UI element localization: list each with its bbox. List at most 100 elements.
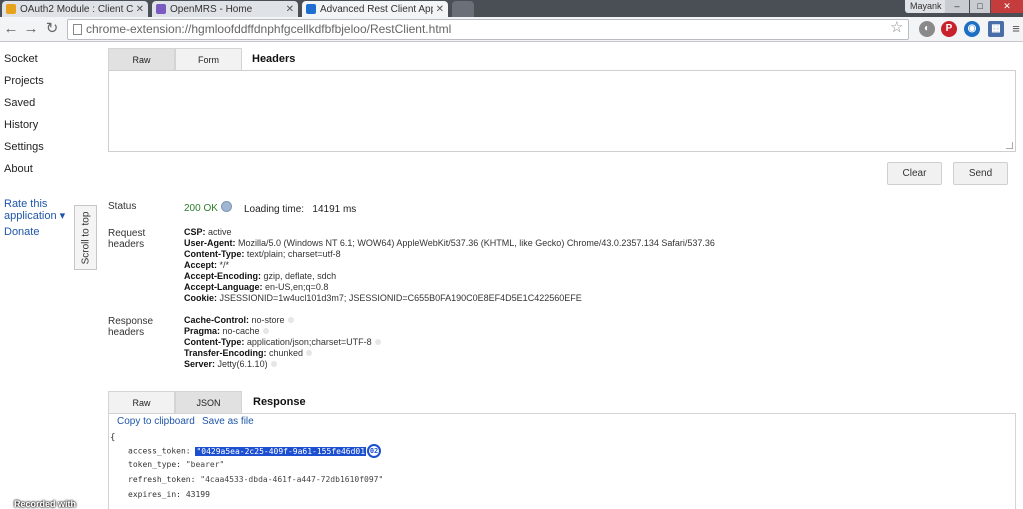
address-bar-url: chrome-extension://hgmloofddffdnphfgcell… xyxy=(86,22,452,36)
browser-tab-rest-client[interactable]: Advanced Rest Client App ✕ xyxy=(302,1,448,17)
bookmark-star-icon[interactable]: ☆ xyxy=(890,19,903,36)
request-header-row: Content-Type: text/plain; charset=utf-8 xyxy=(184,249,341,260)
send-button[interactable]: Send xyxy=(953,162,1008,185)
close-window-button[interactable]: ✕ xyxy=(991,0,1023,13)
response-header-row: Transfer-Encoding: chunked xyxy=(184,348,313,359)
donate-link[interactable]: Donate xyxy=(4,226,39,238)
sidebar-item-socket[interactable]: Socket xyxy=(4,53,38,65)
pinterest-icon[interactable]: P xyxy=(941,21,957,37)
response-tab-raw[interactable]: Raw xyxy=(108,391,175,414)
header-value: application/json;charset=UTF-8 xyxy=(246,337,372,347)
header-name: Cookie: xyxy=(184,293,218,303)
loading-time-label: Loading time: xyxy=(244,204,305,215)
browser-tab-label: OpenMRS - Home xyxy=(170,3,253,15)
save-as-file-link[interactable]: Save as file xyxy=(202,416,254,427)
json-value: 43199 xyxy=(185,490,210,499)
menu-icon[interactable]: ≡ xyxy=(1008,21,1023,37)
request-header-row: Cookie: JSESSIONID=1w4ucl101d3m7; JSESSI… xyxy=(184,293,582,304)
json-key: refresh_token: xyxy=(128,475,196,484)
header-value: text/plain; charset=utf-8 xyxy=(246,249,341,259)
browser-tab-label: OAuth2 Module : Client C xyxy=(20,3,133,15)
tab-raw[interactable]: Raw xyxy=(108,48,175,71)
json-value-selected[interactable]: "0429a5ea-2c25-409f-9a61-155fe46d01 xyxy=(195,446,367,456)
header-value: */* xyxy=(219,260,230,270)
request-header-row: Accept-Language: en-US,en;q=0.8 xyxy=(184,282,328,293)
header-info-icon[interactable] xyxy=(374,339,381,345)
header-info-icon[interactable] xyxy=(262,328,269,334)
request-header-row: User-Agent: Mozilla/5.0 (Windows NT 6.1;… xyxy=(184,238,715,249)
browser-tab-strip: OAuth2 Module : Client C ✕ OpenMRS - Hom… xyxy=(0,0,1023,17)
rate-application-link-line2[interactable]: application ▾ xyxy=(4,209,65,222)
copy-to-clipboard-link[interactable]: Copy to clipboard xyxy=(117,416,195,427)
header-info-icon[interactable] xyxy=(270,361,277,367)
json-key: access_token: xyxy=(128,446,191,456)
sidebar-item-about[interactable]: About xyxy=(4,163,33,175)
header-name: Pragma: xyxy=(184,326,221,336)
close-tab-icon[interactable]: ✕ xyxy=(136,4,144,15)
tab-form[interactable]: Form xyxy=(175,48,242,71)
sidebar-item-projects[interactable]: Projects xyxy=(4,75,44,87)
new-tab-button[interactable] xyxy=(452,1,474,17)
sidebar-item-history[interactable]: History xyxy=(4,119,38,131)
close-tab-icon[interactable]: ✕ xyxy=(436,4,444,15)
request-header-row: Accept-Encoding: gzip, deflate, sdch xyxy=(184,271,336,282)
recorded-with-watermark: Recorded with xyxy=(14,499,77,509)
response-headers-label-line2: headers xyxy=(108,327,145,338)
globe-icon[interactable]: ◉ xyxy=(964,21,980,37)
response-header-row: Content-Type: application/json;charset=U… xyxy=(184,337,381,348)
json-field-expires-in: expires_in: 43199 xyxy=(128,490,210,500)
json-key: token_type: xyxy=(128,460,181,469)
minimize-button[interactable]: – xyxy=(945,0,969,13)
headers-textarea[interactable] xyxy=(108,70,1016,152)
headers-section-label: Headers xyxy=(252,53,296,65)
reload-icon[interactable]: ↻ xyxy=(43,20,61,38)
status-label: Status xyxy=(108,201,137,212)
response-tab-json[interactable]: JSON xyxy=(175,391,242,414)
scroll-to-top-button[interactable]: Scroll to top xyxy=(74,205,97,270)
rest-client-favicon-icon xyxy=(306,4,316,14)
header-value: no-cache xyxy=(222,326,260,336)
header-name: Content-Type: xyxy=(184,249,245,259)
request-header-row: Accept: */* xyxy=(184,260,229,271)
forward-arrow-icon[interactable]: → xyxy=(22,20,40,38)
response-body xyxy=(108,413,1016,509)
browser-tab-openmrs[interactable]: OpenMRS - Home ✕ xyxy=(152,1,298,17)
header-name: Accept-Language: xyxy=(184,282,263,292)
request-header-row: CSP: active xyxy=(184,227,232,238)
back-arrow-icon[interactable]: ← xyxy=(2,20,20,38)
json-open-brace: { xyxy=(110,433,116,443)
clear-button[interactable]: Clear xyxy=(887,162,942,185)
header-name: Transfer-Encoding: xyxy=(184,348,267,358)
header-value: active xyxy=(208,227,232,237)
header-info-icon[interactable] xyxy=(287,317,294,323)
profile-button[interactable]: Mayank xyxy=(905,0,947,13)
page-icon xyxy=(73,24,82,35)
circle-gray-icon[interactable]: ◐ xyxy=(919,21,935,37)
grid-extension-icon[interactable]: ▦ xyxy=(988,21,1004,37)
browser-tab-label: Advanced Rest Client App xyxy=(320,3,433,15)
status-info-icon[interactable] xyxy=(221,201,232,212)
sidebar-item-saved[interactable]: Saved xyxy=(4,97,35,109)
request-headers-label-line2: headers xyxy=(108,239,145,250)
response-header-row: Pragma: no-cache xyxy=(184,326,269,337)
selection-badge-icon[interactable]: 02 xyxy=(367,444,382,458)
oauth2-favicon-icon xyxy=(6,4,16,14)
response-section-label: Response xyxy=(253,396,306,408)
browser-tab-oauth2[interactable]: OAuth2 Module : Client C ✕ xyxy=(2,1,148,17)
json-value: "bearer" xyxy=(185,460,225,469)
address-bar[interactable]: chrome-extension://hgmloofddffdnphfgcell… xyxy=(67,19,909,40)
header-name: Accept: xyxy=(184,260,218,270)
json-field-access-token: access_token: "0429a5ea-2c25-409f-9a61-1… xyxy=(128,444,382,458)
maximize-button[interactable]: □ xyxy=(970,0,990,13)
header-info-icon[interactable] xyxy=(306,350,313,356)
header-value: Jetty(6.1.10) xyxy=(217,359,268,369)
loading-time: Loading time: 14191 ms xyxy=(244,204,356,215)
header-value: JSESSIONID=1w4ucl101d3m7; JSESSIONID=C65… xyxy=(219,293,582,303)
header-name: Server: xyxy=(184,359,216,369)
sidebar-item-settings[interactable]: Settings xyxy=(4,141,44,153)
header-name: Content-Type: xyxy=(184,337,245,347)
header-name: Accept-Encoding: xyxy=(184,271,262,281)
header-value: chunked xyxy=(269,348,304,358)
close-tab-icon[interactable]: ✕ xyxy=(286,4,294,15)
header-name: User-Agent: xyxy=(184,238,236,248)
